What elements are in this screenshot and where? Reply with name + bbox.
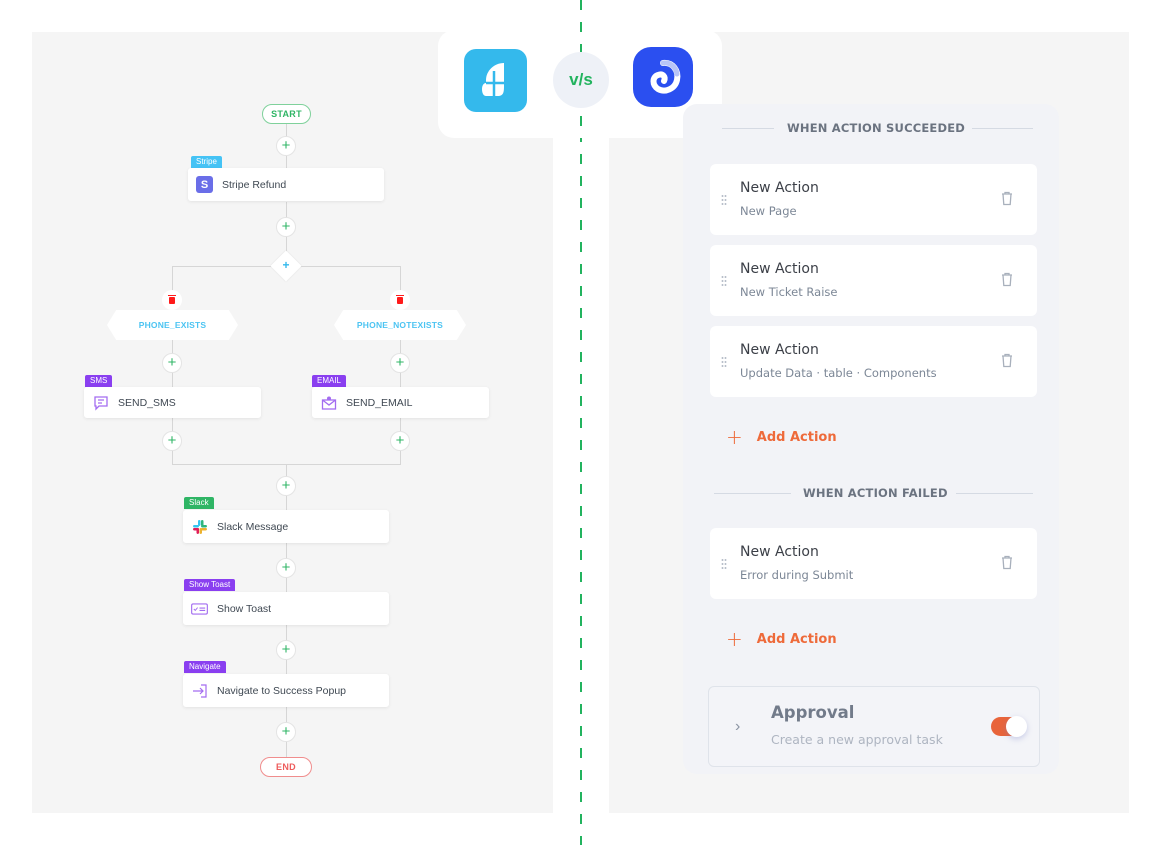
- left-app-logo: [464, 49, 527, 112]
- comparison-header: v/s: [438, 0, 722, 140]
- step-send-email[interactable]: SEND_EMAIL: [312, 387, 489, 418]
- condition-phone-exists[interactable]: PHONE_EXISTS: [107, 310, 238, 340]
- step-label: Stripe Refund: [222, 178, 287, 191]
- stripe-icon: S: [196, 176, 213, 193]
- drag-handle-icon[interactable]: [721, 194, 727, 206]
- step-label: SEND_SMS: [118, 396, 176, 409]
- vs-label: v/s: [569, 70, 593, 89]
- trash-icon[interactable]: [1001, 555, 1013, 570]
- action-subtitle: New Page: [740, 204, 797, 218]
- vs-badge: v/s: [553, 52, 609, 108]
- right-app-logo: [633, 47, 693, 107]
- step-tag: Show Toast: [184, 579, 236, 591]
- trash-icon[interactable]: [1001, 272, 1013, 287]
- add-step-button[interactable]: +: [276, 722, 296, 742]
- approval-title: Approval: [771, 703, 855, 722]
- add-step-button[interactable]: +: [276, 476, 296, 496]
- add-action-label: Add Action: [756, 429, 837, 445]
- navigate-icon: [191, 682, 208, 699]
- action-title: New Action: [740, 342, 819, 358]
- add-step-button[interactable]: +: [276, 558, 296, 578]
- step-tag: SMS: [85, 375, 113, 387]
- sms-icon: [92, 394, 109, 411]
- drag-handle-icon[interactable]: [721, 275, 727, 287]
- start-node[interactable]: START: [262, 104, 311, 124]
- email-icon: [320, 394, 337, 411]
- divider-segment: [580, 0, 582, 52]
- plus-icon: +: [726, 627, 743, 651]
- trash-icon[interactable]: [1001, 353, 1013, 368]
- section-divider: [972, 128, 1033, 129]
- approval-section[interactable]: › Approval Create a new approval task: [708, 686, 1040, 767]
- step-label: Slack Message: [217, 520, 289, 533]
- divider-segment: [580, 116, 582, 140]
- approval-toggle[interactable]: [991, 716, 1027, 737]
- add-action-button[interactable]: + Add Action: [726, 425, 837, 449]
- step-label: Navigate to Success Popup: [217, 684, 346, 697]
- drag-handle-icon[interactable]: [721, 356, 727, 368]
- add-action-label: Add Action: [756, 631, 837, 647]
- action-subtitle: Update Data · table · Components: [740, 366, 937, 380]
- step-send-sms[interactable]: SEND_SMS: [84, 387, 261, 418]
- trash-icon: [396, 294, 404, 304]
- step-label: SEND_EMAIL: [346, 396, 413, 409]
- swirl-icon: [650, 59, 681, 94]
- action-item[interactable]: New Action Error during Submit: [710, 528, 1037, 599]
- section-divider: [714, 493, 791, 494]
- trash-icon: [168, 294, 176, 304]
- step-tag: Slack: [184, 497, 214, 509]
- action-title: New Action: [740, 261, 819, 277]
- add-step-button[interactable]: +: [276, 640, 296, 660]
- add-step-button[interactable]: +: [276, 217, 296, 237]
- step-tag: Stripe: [191, 156, 222, 168]
- section-label-succeeded: WHEN ACTION SUCCEEDED: [787, 121, 966, 135]
- end-node[interactable]: END: [260, 757, 312, 777]
- action-item[interactable]: New Action Update Data · table · Compone…: [710, 326, 1037, 397]
- condition-phone-notexists[interactable]: PHONE_NOTEXISTS: [334, 310, 466, 340]
- step-slack-message[interactable]: Slack Message: [183, 510, 389, 543]
- add-step-button[interactable]: +: [162, 431, 182, 451]
- action-subtitle: Error during Submit: [740, 568, 854, 582]
- action-item[interactable]: New Action New Ticket Raise: [710, 245, 1037, 316]
- step-tag: Navigate: [184, 661, 226, 673]
- delete-branch-button[interactable]: [162, 290, 182, 310]
- add-step-button[interactable]: +: [390, 431, 410, 451]
- step-tag: EMAIL: [312, 375, 347, 387]
- trash-icon[interactable]: [1001, 191, 1013, 206]
- plus-icon: +: [282, 258, 290, 272]
- add-action-button[interactable]: + Add Action: [726, 627, 837, 651]
- drag-handle-icon[interactable]: [721, 558, 727, 570]
- delete-branch-button[interactable]: [390, 290, 410, 310]
- step-show-toast[interactable]: Show Toast: [183, 592, 389, 625]
- approval-subtitle: Create a new approval task: [771, 732, 943, 747]
- section-divider: [722, 128, 774, 129]
- action-item[interactable]: New Action New Page: [710, 164, 1037, 235]
- leaf-grid-icon: [482, 63, 504, 96]
- toast-icon: [191, 600, 208, 617]
- add-step-button[interactable]: +: [162, 353, 182, 373]
- add-step-button[interactable]: +: [276, 136, 296, 156]
- step-label: Show Toast: [217, 602, 272, 615]
- slack-icon: [191, 518, 208, 535]
- action-title: New Action: [740, 544, 819, 560]
- plus-icon: +: [726, 425, 743, 449]
- action-subtitle: New Ticket Raise: [740, 285, 838, 299]
- step-stripe-refund[interactable]: S Stripe Refund: [188, 168, 384, 201]
- add-step-button[interactable]: +: [390, 353, 410, 373]
- toggle-knob: [1006, 716, 1027, 737]
- section-label-failed: WHEN ACTION FAILED: [803, 486, 948, 500]
- step-navigate[interactable]: Navigate to Success Popup: [183, 674, 389, 707]
- action-title: New Action: [740, 180, 819, 196]
- section-divider: [956, 493, 1033, 494]
- chevron-right-icon[interactable]: ›: [735, 718, 740, 736]
